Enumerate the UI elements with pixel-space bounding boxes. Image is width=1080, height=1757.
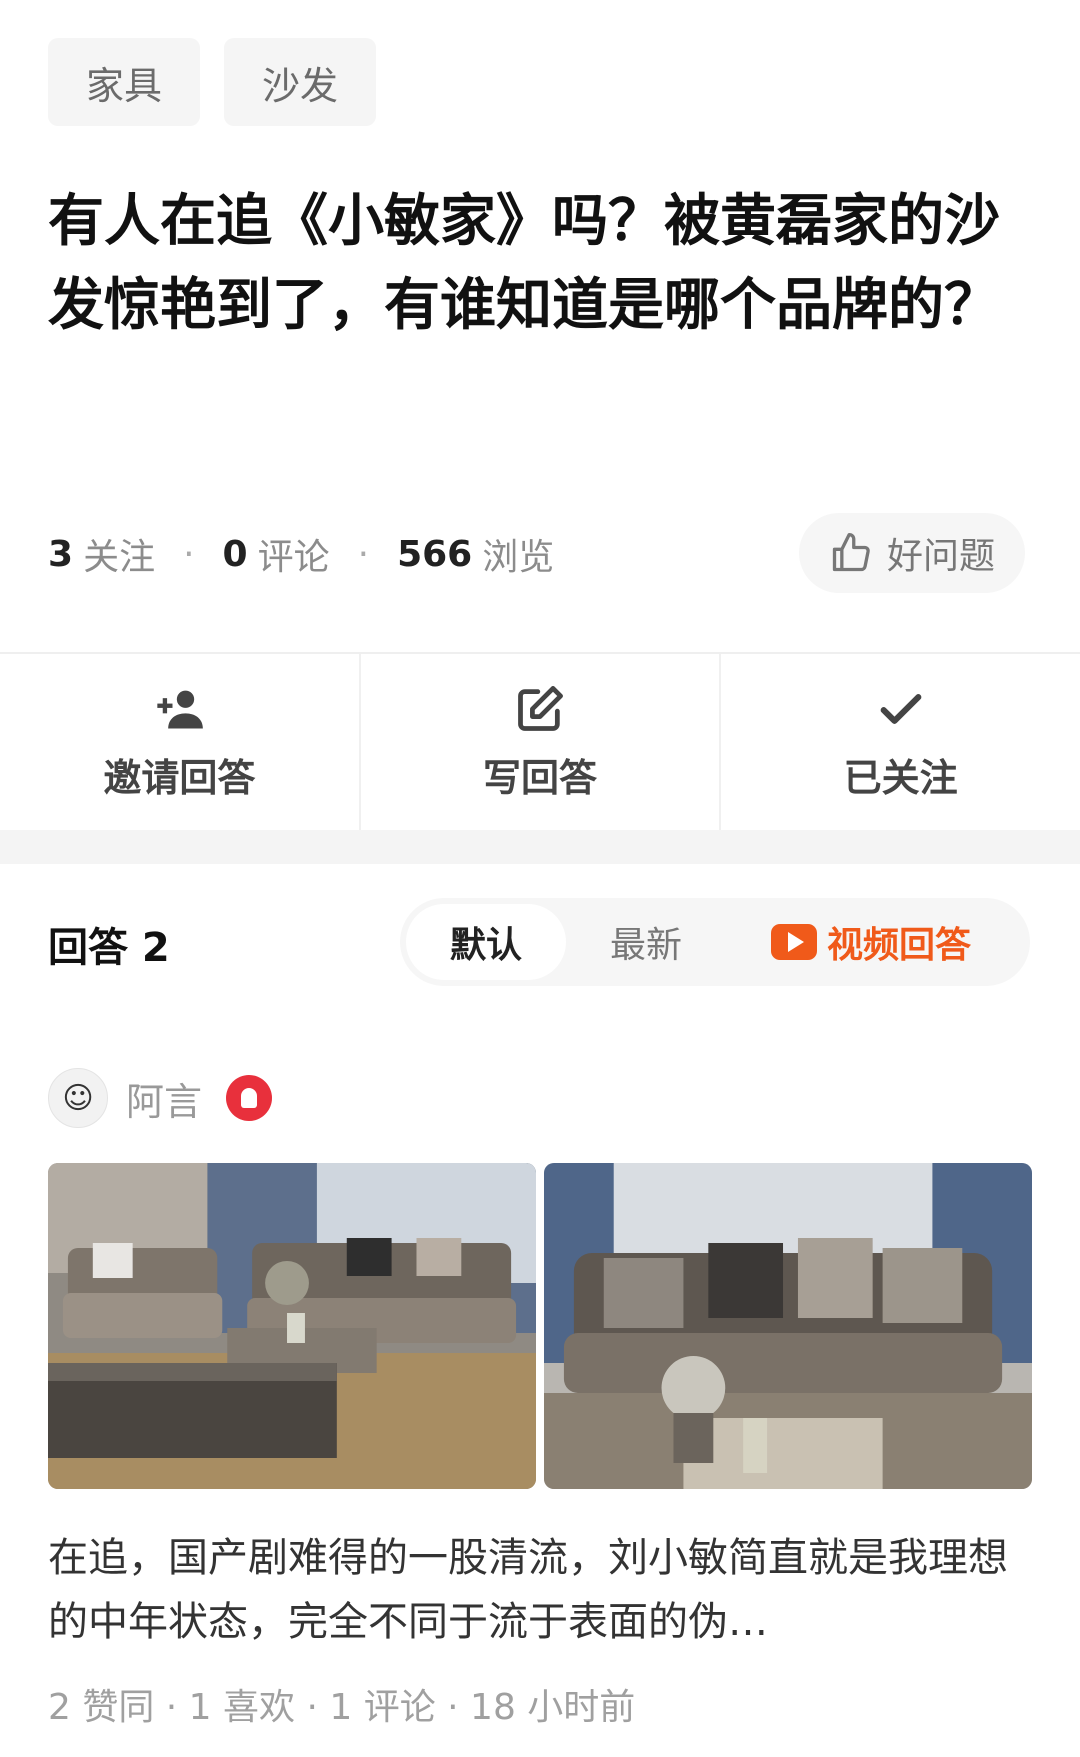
view-label: 浏览: [482, 537, 555, 578]
author-name[interactable]: 阿言: [126, 1071, 202, 1126]
good-question-button[interactable]: 好问题: [798, 513, 1025, 593]
follow-label: 关注: [83, 537, 156, 578]
separator-dot: ·: [183, 533, 195, 575]
answer-photos: [48, 1163, 1032, 1489]
tag-sofa[interactable]: 沙发: [224, 38, 377, 126]
video-answer-tab[interactable]: 视频回答: [726, 898, 1016, 986]
answer-excerpt[interactable]: 在追，国产剧难得的一股清流，刘小敏简直就是我理想的中年状态，完全不同于流于表面的…: [48, 1526, 1038, 1654]
video-answer-label: 视频回答: [826, 925, 971, 966]
thumbs-up-icon: [832, 533, 870, 572]
section-divider: [0, 830, 1080, 864]
separator-dot: ·: [357, 533, 370, 575]
answer-photo[interactable]: [544, 1163, 1032, 1489]
sort-tabs: 默认 最新 视频回答: [400, 898, 1030, 986]
question-title: 有人在追《小敏家》吗？被黄磊家的沙发惊艳到了，有谁知道是哪个品牌的？: [48, 189, 1000, 338]
tag-list: 家具 沙发: [48, 38, 377, 126]
comment-label: 评论: [257, 537, 330, 578]
answer-photo[interactable]: [48, 1163, 536, 1489]
sofa-closeup-image: [544, 1163, 1032, 1489]
add-user-icon: [157, 690, 204, 728]
view-count: 566: [397, 533, 473, 575]
tag-furniture[interactable]: 家具: [48, 38, 201, 126]
sort-default-tab[interactable]: 默认: [406, 904, 566, 980]
question-stats: 3 关注 · 0 评论 · 566 浏览: [48, 528, 554, 580]
invite-answer-label: 邀请回答: [103, 755, 256, 800]
sort-latest-tab[interactable]: 最新: [566, 898, 726, 986]
followed-button[interactable]: 已关注: [721, 654, 1080, 830]
good-question-label: 好问题: [886, 536, 995, 577]
invite-answer-button[interactable]: 邀请回答: [0, 654, 361, 830]
badge-icon: [226, 1075, 273, 1121]
edit-icon: [518, 685, 563, 731]
answer-meta: 2 赞同 · 1 喜欢 · 1 评论 · 18 小时前: [48, 1687, 636, 1728]
avatar[interactable]: ☺: [48, 1068, 108, 1128]
followed-label: 已关注: [843, 755, 958, 800]
comment-count: 0: [222, 533, 248, 575]
action-bar: 邀请回答 写回答 已关注: [0, 652, 1080, 830]
answers-count-heading: 回答 2: [48, 925, 170, 971]
check-icon: [880, 693, 922, 724]
play-icon: [770, 924, 817, 960]
sofa-room-image: [48, 1163, 536, 1489]
write-answer-label: 写回答: [483, 755, 598, 800]
answer-author[interactable]: ☺ 阿言: [48, 1068, 273, 1128]
follow-count: 3: [48, 533, 74, 575]
write-answer-button[interactable]: 写回答: [361, 654, 722, 830]
